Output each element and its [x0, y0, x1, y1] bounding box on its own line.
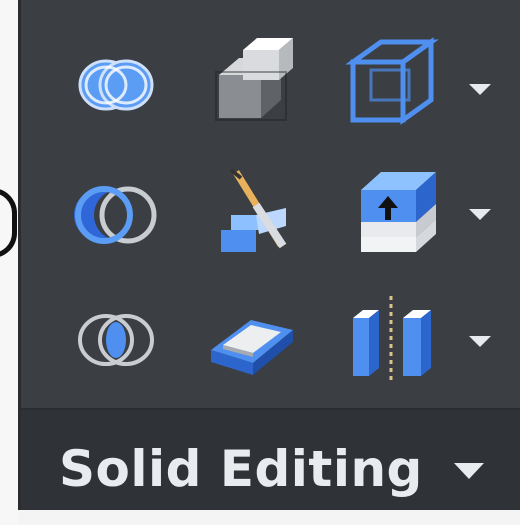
bottom-edge [18, 510, 520, 525]
panel-title-bar[interactable]: Solid Editing [21, 408, 520, 510]
panel-title: Solid Editing [59, 440, 423, 498]
slice-icon [221, 168, 287, 252]
union-icon [78, 59, 154, 111]
subtract-button[interactable] [66, 165, 166, 265]
panel-tools-area [21, 0, 520, 408]
row2-dropdown-arrow[interactable] [461, 195, 501, 235]
intersect-icon [78, 314, 154, 366]
extrude-faces-button[interactable] [201, 30, 301, 130]
left-window-edge [0, 0, 18, 525]
union-button[interactable] [66, 35, 166, 135]
imprint-button[interactable] [341, 162, 441, 262]
row3-dropdown-arrow[interactable] [461, 322, 501, 362]
shell-icon [211, 320, 293, 375]
subtract-icon [74, 186, 157, 244]
solid-editing-panel: Solid Editing [18, 0, 520, 510]
imprint-icon [361, 172, 436, 252]
panel-expand-arrow-icon[interactable] [454, 463, 484, 479]
separate-button[interactable] [341, 288, 441, 388]
shell-button[interactable] [201, 285, 301, 385]
wireframe-box-icon [345, 37, 439, 125]
check-solid-button[interactable] [341, 32, 441, 132]
extrude-faces-icon [215, 38, 293, 121]
intersect-button[interactable] [66, 290, 166, 390]
partial-bracket-glyph [0, 188, 17, 258]
row1-dropdown-arrow[interactable] [461, 70, 501, 110]
separate-icon [353, 296, 431, 383]
slice-button[interactable] [201, 160, 301, 260]
